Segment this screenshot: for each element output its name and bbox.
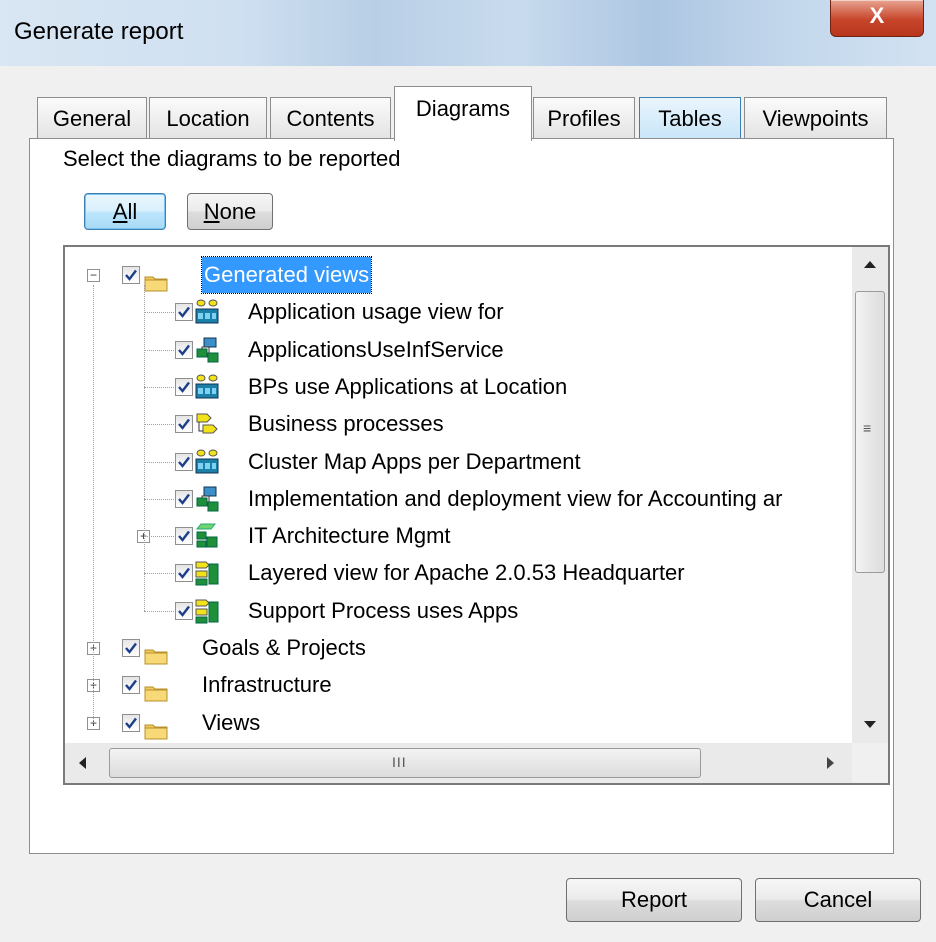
instruction-label: Select the diagrams to be reported <box>63 146 401 171</box>
checkbox[interactable] <box>175 303 193 322</box>
tree-folder-row[interactable]: + Infrastructure <box>65 667 852 703</box>
business-process-icon <box>195 411 219 437</box>
tree-connector-line <box>144 610 174 612</box>
tree-diagram-row[interactable]: Application usage view for <box>65 294 852 330</box>
checkbox[interactable] <box>122 676 140 695</box>
grip-icon: III <box>392 754 407 770</box>
folder-icon <box>144 267 168 292</box>
tree-connector-line <box>144 498 174 500</box>
tree-diagram-row[interactable]: Support Process uses Apps <box>65 593 852 629</box>
tree-item-label: Generated views <box>200 256 373 294</box>
tab-location[interactable]: Location <box>149 97 267 139</box>
tree-connector-line <box>144 312 174 314</box>
tree-connector-line <box>144 536 174 538</box>
tree-folder-row[interactable]: + Views <box>65 705 852 741</box>
checkbox[interactable] <box>175 489 193 508</box>
close-icon: X <box>869 3 885 28</box>
tree-diagram-row[interactable]: BPs use Applications at Location <box>65 369 852 405</box>
tree-connector-line <box>93 285 94 723</box>
horizontal-scroll-thumb[interactable]: III <box>109 748 701 778</box>
tree-diagram-row[interactable]: Business processes <box>65 406 852 442</box>
tree-folder-row[interactable]: − Generated views <box>65 256 852 294</box>
tree-connector-line <box>144 285 145 611</box>
application-diagram-icon <box>195 337 219 363</box>
tab-general[interactable]: General <box>37 97 147 139</box>
layered-view-icon <box>195 560 219 586</box>
tab-viewpoints[interactable]: Viewpoints <box>744 97 887 139</box>
tree-diagram-row[interactable]: + IT Architecture Mgmt <box>65 518 852 554</box>
horizontal-scrollbar[interactable]: III <box>65 743 852 783</box>
tree-item-label: Application usage view for <box>248 299 504 325</box>
tree-connector-line <box>144 424 174 426</box>
checkbox[interactable] <box>175 415 193 434</box>
cluster-map-icon <box>195 299 219 325</box>
folder-icon <box>144 640 168 665</box>
tree-diagram-row[interactable]: Layered view for Apache 2.0.53 Headquart… <box>65 555 852 591</box>
vertical-scroll-thumb[interactable]: ≡ <box>855 291 885 573</box>
tree-item-label: Business processes <box>248 411 444 437</box>
checkbox[interactable] <box>175 564 193 583</box>
tab-tables[interactable]: Tables <box>639 97 741 139</box>
tree-item-label: IT Architecture Mgmt <box>248 523 451 549</box>
tree-folder-row[interactable]: + Goals & Projects <box>65 630 852 666</box>
report-button[interactable]: Report <box>566 878 742 922</box>
checkbox[interactable] <box>175 527 193 546</box>
tree-item-label: ApplicationsUseInfService <box>248 336 504 362</box>
checkbox[interactable] <box>175 601 193 620</box>
tree-diagram-row[interactable]: Cluster Map Apps per Department <box>65 444 852 480</box>
tree-item-label: Goals & Projects <box>202 635 366 660</box>
folder-icon <box>144 715 168 740</box>
tree-content: − Generated views Application usage view f… <box>65 247 852 743</box>
cluster-map-icon <box>195 374 219 400</box>
tree-diagram-row[interactable]: Implementation and deployment view for A… <box>65 481 852 517</box>
scroll-down-arrow-icon[interactable] <box>864 721 876 728</box>
tree-connector-line <box>144 386 174 388</box>
folder-icon <box>144 677 168 702</box>
application-diagram-icon <box>195 486 219 512</box>
tab-contents[interactable]: Contents <box>270 97 391 139</box>
cluster-map-icon <box>195 449 219 475</box>
scroll-right-arrow-icon[interactable] <box>827 757 834 769</box>
tree-connector-line <box>144 349 174 351</box>
checkbox[interactable] <box>122 266 140 284</box>
architecture-icon <box>195 523 219 549</box>
checkbox[interactable] <box>175 377 193 396</box>
vertical-scrollbar[interactable]: ≡ <box>852 247 888 743</box>
checkbox[interactable] <box>175 452 193 471</box>
checkbox[interactable] <box>122 713 140 732</box>
scroll-up-arrow-icon[interactable] <box>864 261 876 268</box>
grip-icon: ≡ <box>863 420 872 436</box>
collapse-icon[interactable]: − <box>87 269 100 282</box>
tree-item-label: Cluster Map Apps per Department <box>248 448 581 474</box>
tab-diagrams[interactable]: Diagrams <box>394 86 532 141</box>
close-button[interactable]: X <box>830 0 924 37</box>
tree-connector-line <box>144 573 174 575</box>
tree-connector-line <box>144 461 174 463</box>
checkbox[interactable] <box>175 340 193 359</box>
scroll-left-arrow-icon[interactable] <box>79 757 86 769</box>
tree-item-label: Implementation and deployment view for A… <box>248 485 783 511</box>
tree-item-label: Layered view for Apache 2.0.53 Headquart… <box>248 560 685 586</box>
checkbox[interactable] <box>122 639 140 657</box>
tree-item-label: Views <box>202 709 261 735</box>
tree-item-label: BPs use Applications at Location <box>248 373 568 399</box>
window-title: Generate report <box>14 18 184 45</box>
tab-profiles[interactable]: Profiles <box>533 97 635 139</box>
tree-diagram-row[interactable]: ApplicationsUseInfService <box>65 332 852 368</box>
title-bar: Generate report X <box>0 0 936 66</box>
select-none-button[interactable]: None <box>187 193 273 230</box>
layered-view-icon <box>195 598 219 624</box>
select-all-button[interactable]: All <box>84 193 166 230</box>
diagram-tree-view[interactable]: − Generated views Application usage view f… <box>63 245 890 785</box>
tree-item-label: Infrastructure <box>202 672 332 698</box>
cancel-button[interactable]: Cancel <box>755 878 921 922</box>
tree-item-label: Support Process uses Apps <box>248 597 519 623</box>
scrollbar-corner <box>852 743 888 783</box>
